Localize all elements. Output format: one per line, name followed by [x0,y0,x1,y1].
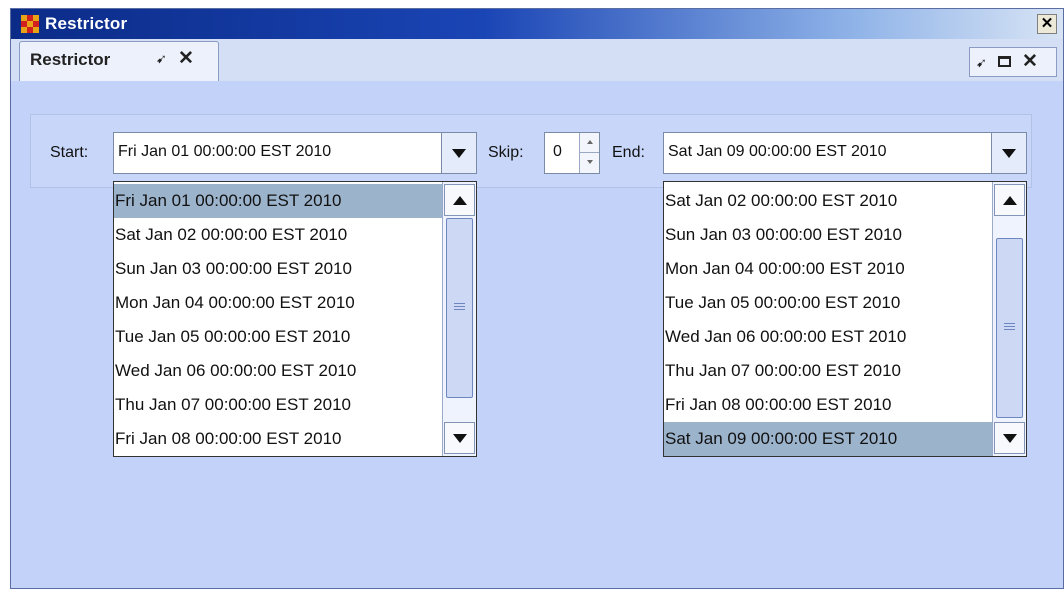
list-item[interactable]: Mon Jan 04 00:00:00 EST 2010 [664,252,993,286]
list-item[interactable]: Sat Jan 02 00:00:00 EST 2010 [114,218,443,252]
skip-value: 0 [553,143,562,160]
maximize-icon[interactable] [998,56,1011,67]
undock-icon[interactable]: ➹ [156,51,167,67]
end-label: End: [612,144,645,161]
tab-label: Restrictor [30,50,111,69]
grip-icon [1004,323,1015,330]
list-item[interactable]: Sun Jan 03 00:00:00 EST 2010 [664,218,993,252]
title-bar[interactable]: Restrictor ✕ [11,9,1063,39]
start-dropdown-arrow-icon[interactable] [441,133,476,173]
list-item[interactable]: Thu Jan 07 00:00:00 EST 2010 [114,388,443,422]
scroll-thumb[interactable] [996,238,1023,418]
panel-close-icon[interactable]: ✕ [1022,50,1038,73]
scroll-down-icon[interactable] [994,422,1025,454]
start-list-scrollbar[interactable] [442,182,476,456]
end-dropdown-arrow-icon[interactable] [991,133,1026,173]
spinner-down-icon[interactable] [579,153,599,173]
tab-restrictor[interactable]: Restrictor ➹ ✕ [19,41,219,81]
app-logo-icon [21,15,39,33]
scroll-up-icon[interactable] [444,184,475,216]
start-date-combo[interactable]: Fri Jan 01 00:00:00 EST 2010 [113,132,477,174]
window-title: Restrictor [45,14,128,33]
scroll-thumb[interactable] [446,218,473,398]
end-list-scrollbar[interactable] [992,182,1026,456]
list-item[interactable]: Wed Jan 06 00:00:00 EST 2010 [664,320,993,354]
list-item[interactable]: Sat Jan 09 00:00:00 EST 2010 [664,422,993,456]
start-date-value: Fri Jan 01 00:00:00 EST 2010 [118,143,332,160]
panel-controls: ➹ ✕ [969,47,1057,77]
end-date-combo[interactable]: Sat Jan 09 00:00:00 EST 2010 [663,132,1027,174]
list-item[interactable]: Sat Jan 02 00:00:00 EST 2010 [664,184,993,218]
tab-strip: Restrictor ➹ ✕ [11,39,1063,82]
skip-label: Skip: [488,144,524,161]
list-item[interactable]: Fri Jan 08 00:00:00 EST 2010 [664,388,993,422]
tab-close-icon[interactable]: ✕ [178,47,194,70]
list-item[interactable]: Thu Jan 07 00:00:00 EST 2010 [664,354,993,388]
end-date-list: Sat Jan 02 00:00:00 EST 2010 Sun Jan 03 … [663,181,1027,457]
list-item[interactable]: Fri Jan 01 00:00:00 EST 2010 [114,184,443,218]
list-item[interactable]: Tue Jan 05 00:00:00 EST 2010 [114,320,443,354]
spinner-up-icon[interactable] [579,133,599,153]
list-item[interactable]: Tue Jan 05 00:00:00 EST 2010 [664,286,993,320]
list-item[interactable]: Sun Jan 03 00:00:00 EST 2010 [114,252,443,286]
list-item[interactable]: Wed Jan 06 00:00:00 EST 2010 [114,354,443,388]
list-item[interactable]: Mon Jan 04 00:00:00 EST 2010 [114,286,443,320]
grip-icon [454,303,465,310]
skip-spinner[interactable]: 0 [544,132,600,174]
start-label: Start: [50,144,89,161]
scroll-down-icon[interactable] [444,422,475,454]
start-date-list: Fri Jan 01 00:00:00 EST 2010 Sat Jan 02 … [113,181,477,457]
list-item[interactable]: Fri Jan 08 00:00:00 EST 2010 [114,422,443,456]
end-date-value: Sat Jan 09 00:00:00 EST 2010 [668,143,887,160]
scroll-up-icon[interactable] [994,184,1025,216]
panel-undock-icon[interactable]: ➹ [976,55,987,71]
window-close-icon[interactable]: ✕ [1037,14,1057,34]
